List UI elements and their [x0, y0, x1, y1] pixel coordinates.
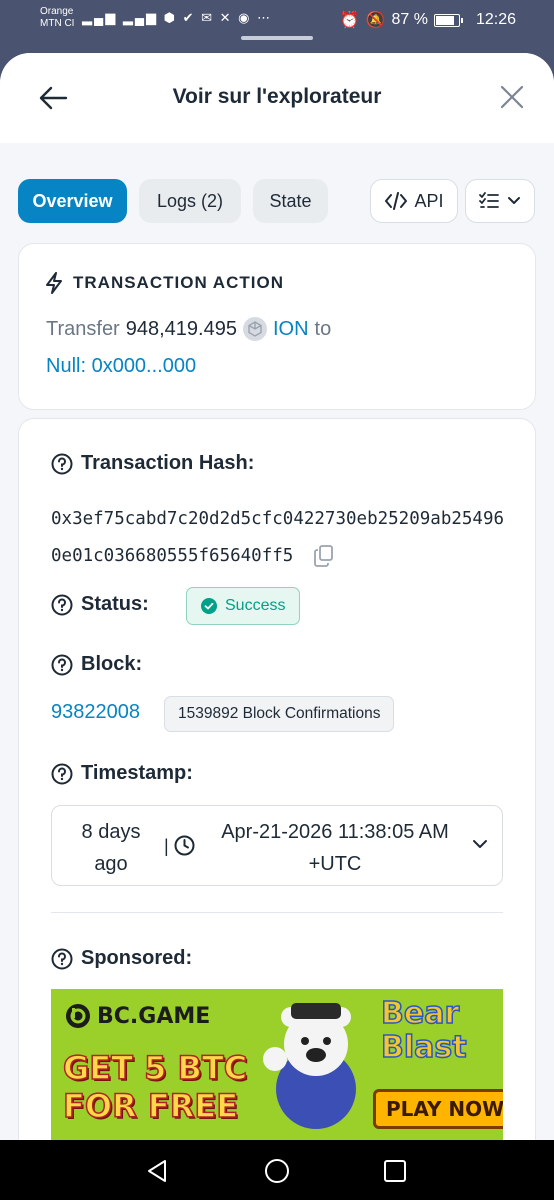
recents-square-icon[interactable]	[382, 1158, 408, 1184]
block-label-row: Block:	[51, 653, 142, 676]
ad-play-button[interactable]: PLAY NOW	[373, 1089, 503, 1129]
help-icon[interactable]	[51, 654, 73, 676]
block-number-link[interactable]: 93822008	[51, 701, 140, 724]
alarm-icon: ⏰	[339, 12, 360, 29]
mute-icon: 🔕	[365, 12, 386, 29]
hash-label: Transaction Hash:	[81, 452, 255, 474]
close-icon[interactable]	[500, 85, 524, 109]
clock-icon	[174, 835, 195, 856]
block-label: Block:	[81, 653, 143, 675]
status-bar: Orange MTN CI ▂▄▆ ▂▄▆ ⬢ ✔ ✉ ✕ ◉ ⋯ ⏰ 🔕 87…	[0, 0, 554, 40]
status-badge: Success	[186, 587, 301, 625]
carrier-line-2: MTN CI	[40, 18, 75, 29]
battery-fill	[435, 15, 455, 25]
block-confirmations-badge: 1539892 Block Confirmations	[164, 696, 395, 732]
hash-value: 0x3ef75cabd7c20d2d5cfc0422730eb25209ab25…	[51, 509, 505, 566]
bottom-sheet: Voir sur l'explorateur Overview Logs (2)…	[0, 53, 554, 1140]
ad-game-title: Bear Blast	[380, 996, 467, 1066]
notification-icons: ▂▄▆ ▂▄▆ ⬢ ✔ ✉ ✕ ◉ ⋯	[82, 10, 272, 26]
help-icon[interactable]	[51, 594, 73, 616]
back-triangle-icon[interactable]	[145, 1158, 171, 1184]
home-circle-icon[interactable]	[264, 1158, 290, 1184]
recipient-link[interactable]: Null: 0x000...000	[46, 355, 196, 378]
timestamp-separator: |	[164, 836, 169, 856]
status-label: Status:	[81, 593, 149, 615]
help-icon[interactable]	[51, 763, 73, 785]
section-divider	[51, 912, 503, 913]
ad-promo-text: GET 5 BTC FOR FREE	[62, 1048, 248, 1126]
chevron-down-icon	[508, 197, 520, 204]
carrier-info: Orange MTN CI	[40, 6, 74, 30]
app-notification-icons: ⬢ ✔ ✉ ✕ ◉ ⋯	[163, 10, 273, 25]
hash-label-row: Transaction Hash:	[51, 452, 254, 475]
action-verb: Transfer	[46, 317, 120, 340]
navigation-bar	[0, 1140, 554, 1200]
sponsored-label-row: Sponsored:	[51, 947, 192, 970]
tab-logs[interactable]: Logs (2)	[139, 179, 241, 223]
ad-brand-text: BC.GAME	[97, 1003, 211, 1029]
api-button[interactable]: API	[370, 179, 458, 223]
action-amount: 948,419.495	[125, 317, 237, 340]
copy-icon[interactable]	[313, 545, 334, 567]
sponsored-ad-banner[interactable]: BC.GAME GET 5 BTC FOR FREE Bear Blast PL…	[51, 989, 503, 1140]
timestamp-date: Apr-21-2026 11:38:05 AM +UTC	[221, 821, 449, 875]
checklist-icon	[479, 192, 499, 208]
action-heading-text: TRANSACTION ACTION	[73, 273, 284, 292]
token-ion-icon	[242, 317, 267, 341]
sponsored-label: Sponsored:	[81, 947, 193, 969]
status-value: Success	[225, 597, 286, 614]
timestamp-dropdown[interactable]: 8 days ago | Apr-21-2026 11:38:05 AM +UT…	[51, 805, 503, 886]
bc-game-logo-icon	[66, 1004, 90, 1028]
ad-brand: BC.GAME	[65, 1003, 210, 1029]
signal-icon: ▂▄▆ ▂▄▆	[82, 10, 159, 25]
action-summary: Transfer 948,419.495 ION to	[46, 317, 331, 341]
help-icon[interactable]	[51, 453, 73, 475]
transaction-action-card: TRANSACTION ACTION Transfer 948,419.495 …	[18, 243, 536, 410]
transaction-action-heading: TRANSACTION ACTION	[45, 272, 284, 294]
lightning-icon	[46, 272, 62, 294]
action-preposition: to	[314, 317, 332, 340]
transaction-hash: 0x3ef75cabd7c20d2d5cfc0422730eb25209ab25…	[51, 501, 511, 575]
api-label: API	[414, 190, 444, 211]
timestamp-label-row: Timestamp:	[51, 762, 193, 785]
token-link[interactable]: ION	[273, 318, 309, 341]
battery-percent: 87 %	[391, 11, 428, 28]
check-circle-icon	[201, 598, 217, 614]
battery-icon	[433, 13, 463, 27]
timestamp-ago: 8 days ago	[81, 821, 141, 875]
bear-mascot-image	[263, 1003, 356, 1129]
more-options-dropdown[interactable]	[465, 179, 535, 223]
clock-time: 12:26	[475, 11, 516, 28]
carrier-line-1: Orange	[40, 6, 74, 17]
timestamp-label: Timestamp:	[81, 762, 193, 784]
sheet-drag-handle[interactable]	[241, 36, 313, 40]
status-right: ⏰ 🔕 87 % 12:26	[340, 10, 516, 30]
sheet-header: Voir sur l'explorateur	[0, 53, 554, 143]
chevron-down-icon	[473, 840, 487, 848]
transaction-details-card: Transaction Hash: 0x3ef75cabd7c20d2d5cfc…	[18, 418, 536, 1140]
help-icon[interactable]	[51, 948, 73, 970]
tab-bar: Overview Logs (2) State API	[18, 179, 536, 223]
tab-overview[interactable]: Overview	[18, 179, 127, 223]
tab-state[interactable]: State	[253, 179, 328, 223]
status-label-row: Status:	[51, 593, 149, 616]
page-title: Voir sur l'explorateur	[172, 85, 382, 108]
code-icon	[385, 192, 408, 210]
